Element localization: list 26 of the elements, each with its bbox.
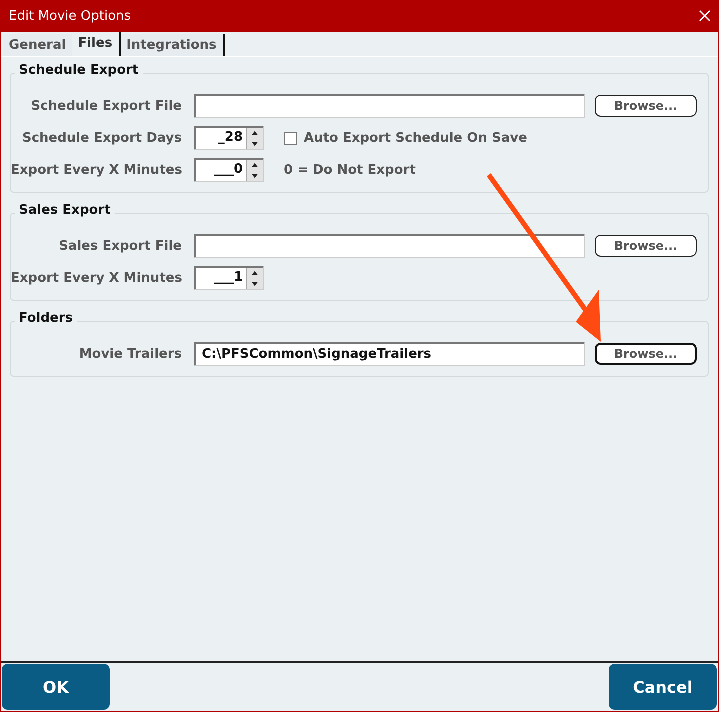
group-title: Sales Export — [15, 203, 115, 218]
spin-field[interactable]: _28 — [194, 126, 264, 150]
close-icon[interactable] — [699, 10, 711, 22]
field-label: Export Every X Minutes — [11, 270, 182, 286]
field-label: Movie Trailers — [78, 346, 182, 362]
dialog-button[interactable]: OK — [2, 664, 110, 710]
spin-field[interactable]: ___0 — [194, 158, 264, 182]
browse-button[interactable]: Browse... — [595, 235, 697, 257]
browse-button[interactable]: Browse... — [595, 95, 697, 117]
hint-text: 0 = Do Not Export — [284, 162, 416, 178]
checkbox-label[interactable]: Auto Export Schedule On Save — [304, 130, 528, 146]
path-field[interactable] — [194, 234, 585, 258]
tab[interactable]: Integrations — [120, 34, 225, 56]
window-title: Edit Movie Options — [9, 8, 132, 24]
field-label: Schedule Export Days — [21, 130, 182, 146]
field-label: Export Every X Minutes — [11, 162, 182, 178]
group-title: Schedule Export — [15, 63, 143, 78]
path-field[interactable] — [194, 94, 585, 118]
tab[interactable]: General — [3, 34, 72, 56]
checkbox[interactable] — [284, 132, 297, 144]
path-field[interactable]: C:\PFSCommon\SignageTrailers — [194, 342, 585, 366]
spin-field[interactable]: ___1 — [194, 266, 264, 290]
field-label: Sales Export File — [58, 238, 182, 254]
browse-button[interactable]: Browse... — [595, 343, 697, 365]
dialog-button[interactable]: Cancel — [609, 664, 717, 710]
field-label: Schedule Export File — [30, 98, 182, 114]
